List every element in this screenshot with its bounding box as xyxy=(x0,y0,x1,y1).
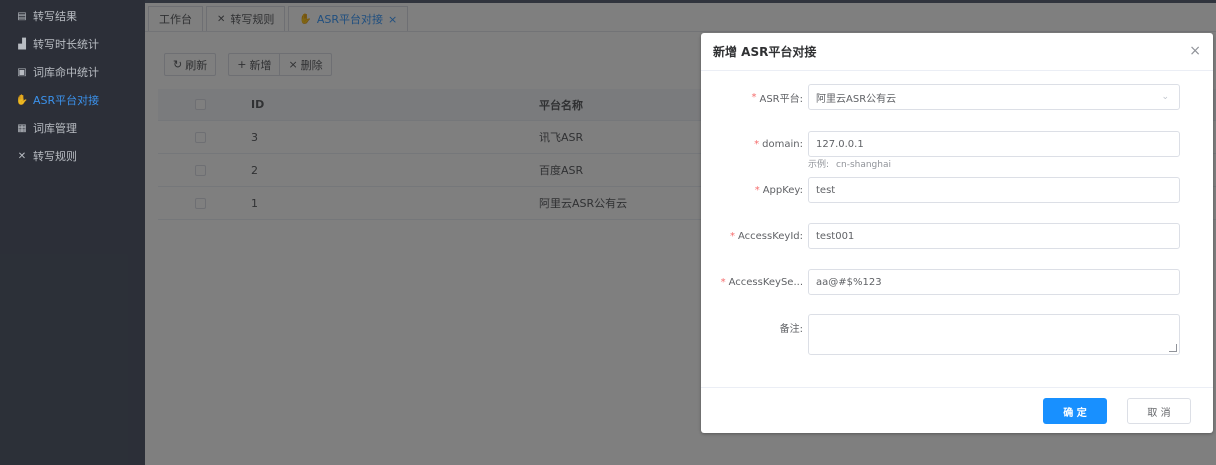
accesskeysecret-value: aa@#$%123 xyxy=(816,276,882,288)
platform-label: * ASR平台: xyxy=(751,84,803,110)
appkey-value: test xyxy=(816,184,836,196)
appkey-input[interactable]: test xyxy=(808,177,1180,203)
required-mark: * xyxy=(720,276,726,288)
accesskeyid-label: * AccessKeyId: xyxy=(730,223,803,249)
required-mark: * xyxy=(751,91,757,103)
required-mark: * xyxy=(729,230,735,242)
domain-value: 127.0.0.1 xyxy=(816,138,864,150)
label-text: ASR平台: xyxy=(759,93,803,105)
platform-select[interactable]: 阿里云ASR公有云 ⌄ xyxy=(808,84,1180,110)
confirm-button[interactable]: 确 定 xyxy=(1043,398,1107,424)
chevron-down-icon: ⌄ xyxy=(1161,92,1169,102)
label-text: AccessKeyId: xyxy=(737,230,803,242)
label-text: domain: xyxy=(762,138,803,150)
remark-label: 备注: xyxy=(780,314,803,340)
required-mark: * xyxy=(754,184,760,196)
domain-input[interactable]: 127.0.0.1 xyxy=(808,131,1180,157)
label-text: 备注: xyxy=(779,323,803,335)
remark-textarea[interactable] xyxy=(808,314,1180,355)
cancel-button[interactable]: 取 消 xyxy=(1127,398,1191,424)
label-text: AccessKeySe... xyxy=(728,276,803,288)
add-platform-dialog: 新增 ASR平台对接 × * ASR平台: 阿里云ASR公有云 ⌄ * doma… xyxy=(701,33,1213,433)
accesskeyid-value: test001 xyxy=(816,230,855,242)
dialog-title: 新增 ASR平台对接 xyxy=(713,45,817,59)
dialog-footer: 确 定 取 消 xyxy=(701,387,1213,433)
dialog-header: 新增 ASR平台对接 × xyxy=(701,33,1213,71)
overlay-sidebar xyxy=(0,0,145,465)
accesskeysecret-label: * AccessKeySe... xyxy=(721,269,803,295)
resize-handle-icon[interactable] xyxy=(1169,344,1177,352)
appkey-label: * AppKey: xyxy=(755,177,803,203)
label-text: AppKey: xyxy=(762,184,803,196)
domain-hint: 示例: cn-shanghai xyxy=(808,157,891,170)
platform-select-value: 阿里云ASR公有云 xyxy=(816,93,897,105)
close-icon[interactable]: × xyxy=(1189,43,1201,59)
hint-label: 示例: xyxy=(808,160,830,170)
overlay-tabs xyxy=(145,3,1216,32)
domain-label: * domain: xyxy=(754,131,803,157)
required-mark: * xyxy=(754,138,760,150)
accesskeysecret-input[interactable]: aa@#$%123 xyxy=(808,269,1180,295)
accesskeyid-input[interactable]: test001 xyxy=(808,223,1180,249)
hint-value: cn-shanghai xyxy=(836,160,891,170)
